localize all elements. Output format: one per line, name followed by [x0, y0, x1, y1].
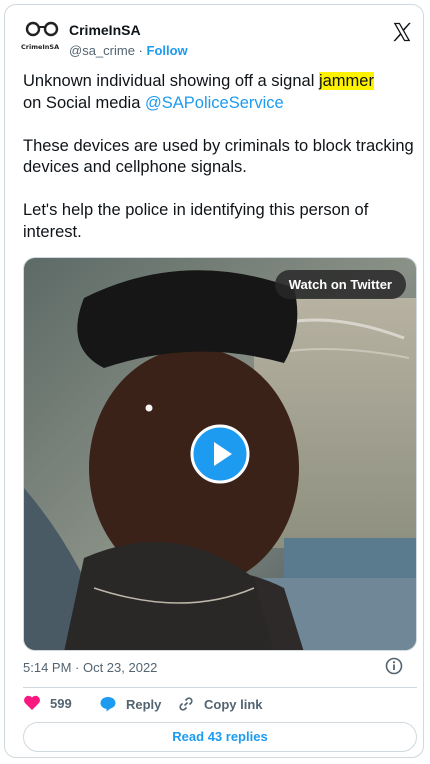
reply-label: Reply	[126, 696, 162, 712]
heart-icon	[24, 695, 40, 710]
divider	[23, 687, 417, 688]
x-logo-icon[interactable]	[391, 21, 415, 45]
tweet-header: CrimeInSA CrimeInSA @sa_crime · Follow	[19, 15, 415, 65]
text-line-1: Unknown individual showing off a signal	[23, 72, 319, 90]
tweet-paragraph-3: Let's help the police in identifying thi…	[23, 201, 369, 241]
handle-line: @sa_crime · Follow	[69, 43, 188, 58]
tweet-text: Unknown individual showing off a signal …	[23, 71, 417, 243]
account-avatar[interactable]: CrimeInSA	[19, 19, 59, 59]
account-name[interactable]: CrimeInSA	[69, 22, 141, 38]
follow-button[interactable]: Follow	[147, 43, 188, 58]
tweet-card: CrimeInSA CrimeInSA @sa_crime · Follow U…	[4, 4, 424, 758]
watch-on-twitter-button[interactable]: Watch on Twitter	[274, 270, 406, 299]
like-button[interactable]: 599	[23, 695, 72, 711]
tweet-paragraph-2: These devices are used by criminals to b…	[23, 136, 414, 177]
copy-link-label: Copy link	[204, 696, 263, 712]
tweet-timestamp[interactable]: 5:14 PM · Oct 23, 2022	[23, 660, 157, 675]
mention-link[interactable]: @SAPoliceService	[145, 94, 284, 112]
link-icon	[179, 697, 193, 711]
account-handle[interactable]: @sa_crime	[69, 43, 135, 58]
copy-link-button[interactable]: Copy link	[177, 695, 263, 713]
text-line-2: on Social media	[23, 93, 145, 112]
highlighted-word: jammer	[318, 72, 374, 90]
video-thumbnail[interactable]: Watch on Twitter	[23, 257, 417, 651]
tweet-paragraph-1: Unknown individual showing off a signal …	[23, 71, 417, 114]
reply-bubble-icon	[100, 697, 116, 712]
avatar-logo-text: CrimeInSA	[21, 43, 60, 51]
handcuffs-icon	[25, 19, 59, 43]
handle-separator: ·	[134, 43, 147, 58]
read-replies-button[interactable]: Read 43 replies	[23, 722, 417, 752]
reply-button[interactable]: Reply	[99, 695, 161, 713]
play-icon[interactable]	[190, 424, 250, 484]
like-count: 599	[50, 695, 72, 711]
info-icon[interactable]	[385, 657, 405, 677]
